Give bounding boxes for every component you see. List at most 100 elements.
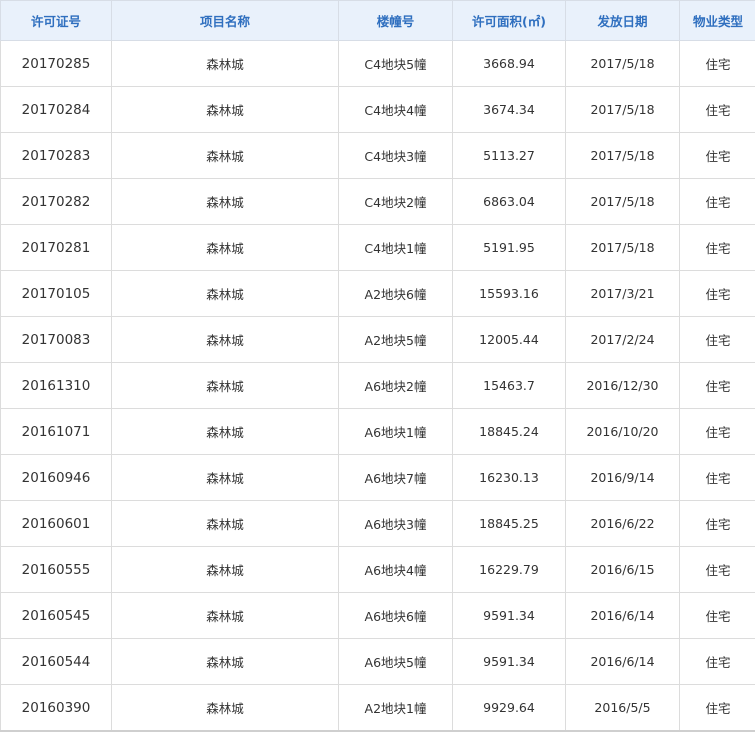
- property-type-cell: 住宅: [679, 224, 755, 271]
- issue-date-cell: 2017/5/18: [565, 132, 680, 179]
- table-row[interactable]: 20160555 森林城 A6地块4幢 16229.79 2016/6/15 住宅: [0, 546, 755, 593]
- table-row[interactable]: 20160390 森林城 A2地块1幢 9929.64 2016/5/5 住宅: [0, 684, 755, 732]
- issue-date-cell: 2016/5/5: [565, 684, 680, 732]
- project-name-cell: 森林城: [111, 178, 339, 225]
- permit-no-cell: 20160390: [0, 684, 112, 732]
- table-row[interactable]: 20170105 森林城 A2地块6幢 15593.16 2017/3/21 住宅: [0, 270, 755, 317]
- property-type-cell: 住宅: [679, 178, 755, 225]
- issue-date-cell: 2016/6/22: [565, 500, 680, 547]
- column-header-permit-area[interactable]: 许可面积(㎡): [452, 0, 566, 41]
- table-row[interactable]: 20160545 森林城 A6地块6幢 9591.34 2016/6/14 住宅: [0, 592, 755, 639]
- permit-area-cell: 12005.44: [452, 316, 566, 363]
- building-no-cell: C4地块3幢: [338, 132, 453, 179]
- building-no-cell: A6地块3幢: [338, 500, 453, 547]
- column-header-project-name[interactable]: 项目名称: [111, 0, 339, 41]
- permit-table: 许可证号 项目名称 楼幢号 许可面积(㎡) 发放日期 物业类型 20170285…: [0, 0, 755, 732]
- table-row[interactable]: 20160601 森林城 A6地块3幢 18845.25 2016/6/22 住宅: [0, 500, 755, 547]
- property-type-cell: 住宅: [679, 408, 755, 455]
- table-row[interactable]: 20160544 森林城 A6地块5幢 9591.34 2016/6/14 住宅: [0, 638, 755, 685]
- permit-no-cell: 20170285: [0, 40, 112, 87]
- table-row[interactable]: 20170083 森林城 A2地块5幢 12005.44 2017/2/24 住宅: [0, 316, 755, 363]
- property-type-cell: 住宅: [679, 500, 755, 547]
- issue-date-cell: 2016/10/20: [565, 408, 680, 455]
- permit-area-cell: 3668.94: [452, 40, 566, 87]
- building-no-cell: C4地块5幢: [338, 40, 453, 87]
- project-name-cell: 森林城: [111, 132, 339, 179]
- permit-no-cell: 20161310: [0, 362, 112, 409]
- building-no-cell: A6地块2幢: [338, 362, 453, 409]
- table-row[interactable]: 20170283 森林城 C4地块3幢 5113.27 2017/5/18 住宅: [0, 132, 755, 179]
- table-row[interactable]: 20160946 森林城 A6地块7幢 16230.13 2016/9/14 住宅: [0, 454, 755, 501]
- project-name-cell: 森林城: [111, 408, 339, 455]
- permit-no-cell: 20160946: [0, 454, 112, 501]
- project-name-cell: 森林城: [111, 546, 339, 593]
- permit-no-cell: 20170105: [0, 270, 112, 317]
- property-type-cell: 住宅: [679, 132, 755, 179]
- project-name-cell: 森林城: [111, 316, 339, 363]
- permit-area-cell: 9591.34: [452, 638, 566, 685]
- permit-no-cell: 20170283: [0, 132, 112, 179]
- permit-area-cell: 5113.27: [452, 132, 566, 179]
- issue-date-cell: 2016/6/14: [565, 638, 680, 685]
- permit-area-cell: 15593.16: [452, 270, 566, 317]
- property-type-cell: 住宅: [679, 316, 755, 363]
- permit-area-cell: 3674.34: [452, 86, 566, 133]
- table-row[interactable]: 20170281 森林城 C4地块1幢 5191.95 2017/5/18 住宅: [0, 224, 755, 271]
- permit-no-cell: 20170282: [0, 178, 112, 225]
- building-no-cell: A2地块5幢: [338, 316, 453, 363]
- permit-area-cell: 18845.25: [452, 500, 566, 547]
- table-row[interactable]: 20161310 森林城 A6地块2幢 15463.7 2016/12/30 住宅: [0, 362, 755, 409]
- permit-area-cell: 16230.13: [452, 454, 566, 501]
- column-header-building-no[interactable]: 楼幢号: [338, 0, 453, 41]
- property-type-cell: 住宅: [679, 684, 755, 732]
- project-name-cell: 森林城: [111, 684, 339, 732]
- table-body: 20170285 森林城 C4地块5幢 3668.94 2017/5/18 住宅 20170…: [0, 40, 755, 732]
- permit-no-cell: 20160601: [0, 500, 112, 547]
- issue-date-cell: 2016/9/14: [565, 454, 680, 501]
- property-type-cell: 住宅: [679, 592, 755, 639]
- property-type-cell: 住宅: [679, 362, 755, 409]
- permit-no-cell: 20160545: [0, 592, 112, 639]
- building-no-cell: C4地块2幢: [338, 178, 453, 225]
- project-name-cell: 森林城: [111, 362, 339, 409]
- permit-no-cell: 20160544: [0, 638, 112, 685]
- building-no-cell: A6地块5幢: [338, 638, 453, 685]
- table-row[interactable]: 20170284 森林城 C4地块4幢 3674.34 2017/5/18 住宅: [0, 86, 755, 133]
- project-name-cell: 森林城: [111, 592, 339, 639]
- project-name-cell: 森林城: [111, 86, 339, 133]
- permit-no-cell: 20161071: [0, 408, 112, 455]
- building-no-cell: C4地块4幢: [338, 86, 453, 133]
- permit-area-cell: 16229.79: [452, 546, 566, 593]
- permit-area-cell: 5191.95: [452, 224, 566, 271]
- issue-date-cell: 2016/12/30: [565, 362, 680, 409]
- issue-date-cell: 2017/5/18: [565, 40, 680, 87]
- project-name-cell: 森林城: [111, 40, 339, 87]
- building-no-cell: A6地块6幢: [338, 592, 453, 639]
- permit-no-cell: 20170284: [0, 86, 112, 133]
- permit-area-cell: 9591.34: [452, 592, 566, 639]
- permit-area-cell: 9929.64: [452, 684, 566, 732]
- permit-area-cell: 18845.24: [452, 408, 566, 455]
- permit-area-cell: 6863.04: [452, 178, 566, 225]
- property-type-cell: 住宅: [679, 40, 755, 87]
- permit-area-cell: 15463.7: [452, 362, 566, 409]
- property-type-cell: 住宅: [679, 270, 755, 317]
- column-header-issue-date[interactable]: 发放日期: [565, 0, 680, 41]
- property-type-cell: 住宅: [679, 638, 755, 685]
- table-row[interactable]: 20170282 森林城 C4地块2幢 6863.04 2017/5/18 住宅: [0, 178, 755, 225]
- column-header-property-type[interactable]: 物业类型: [679, 0, 755, 41]
- permit-no-cell: 20170281: [0, 224, 112, 271]
- issue-date-cell: 2017/3/21: [565, 270, 680, 317]
- issue-date-cell: 2017/5/18: [565, 86, 680, 133]
- building-no-cell: C4地块1幢: [338, 224, 453, 271]
- building-no-cell: A6地块7幢: [338, 454, 453, 501]
- column-header-permit-no[interactable]: 许可证号: [0, 0, 112, 41]
- table-header: 许可证号 项目名称 楼幢号 许可面积(㎡) 发放日期 物业类型: [0, 0, 755, 41]
- permit-no-cell: 20160555: [0, 546, 112, 593]
- table-row[interactable]: 20170285 森林城 C4地块5幢 3668.94 2017/5/18 住宅: [0, 40, 755, 87]
- issue-date-cell: 2017/5/18: [565, 224, 680, 271]
- building-no-cell: A6地块1幢: [338, 408, 453, 455]
- project-name-cell: 森林城: [111, 454, 339, 501]
- table-row[interactable]: 20161071 森林城 A6地块1幢 18845.24 2016/10/20 住宅: [0, 408, 755, 455]
- property-type-cell: 住宅: [679, 86, 755, 133]
